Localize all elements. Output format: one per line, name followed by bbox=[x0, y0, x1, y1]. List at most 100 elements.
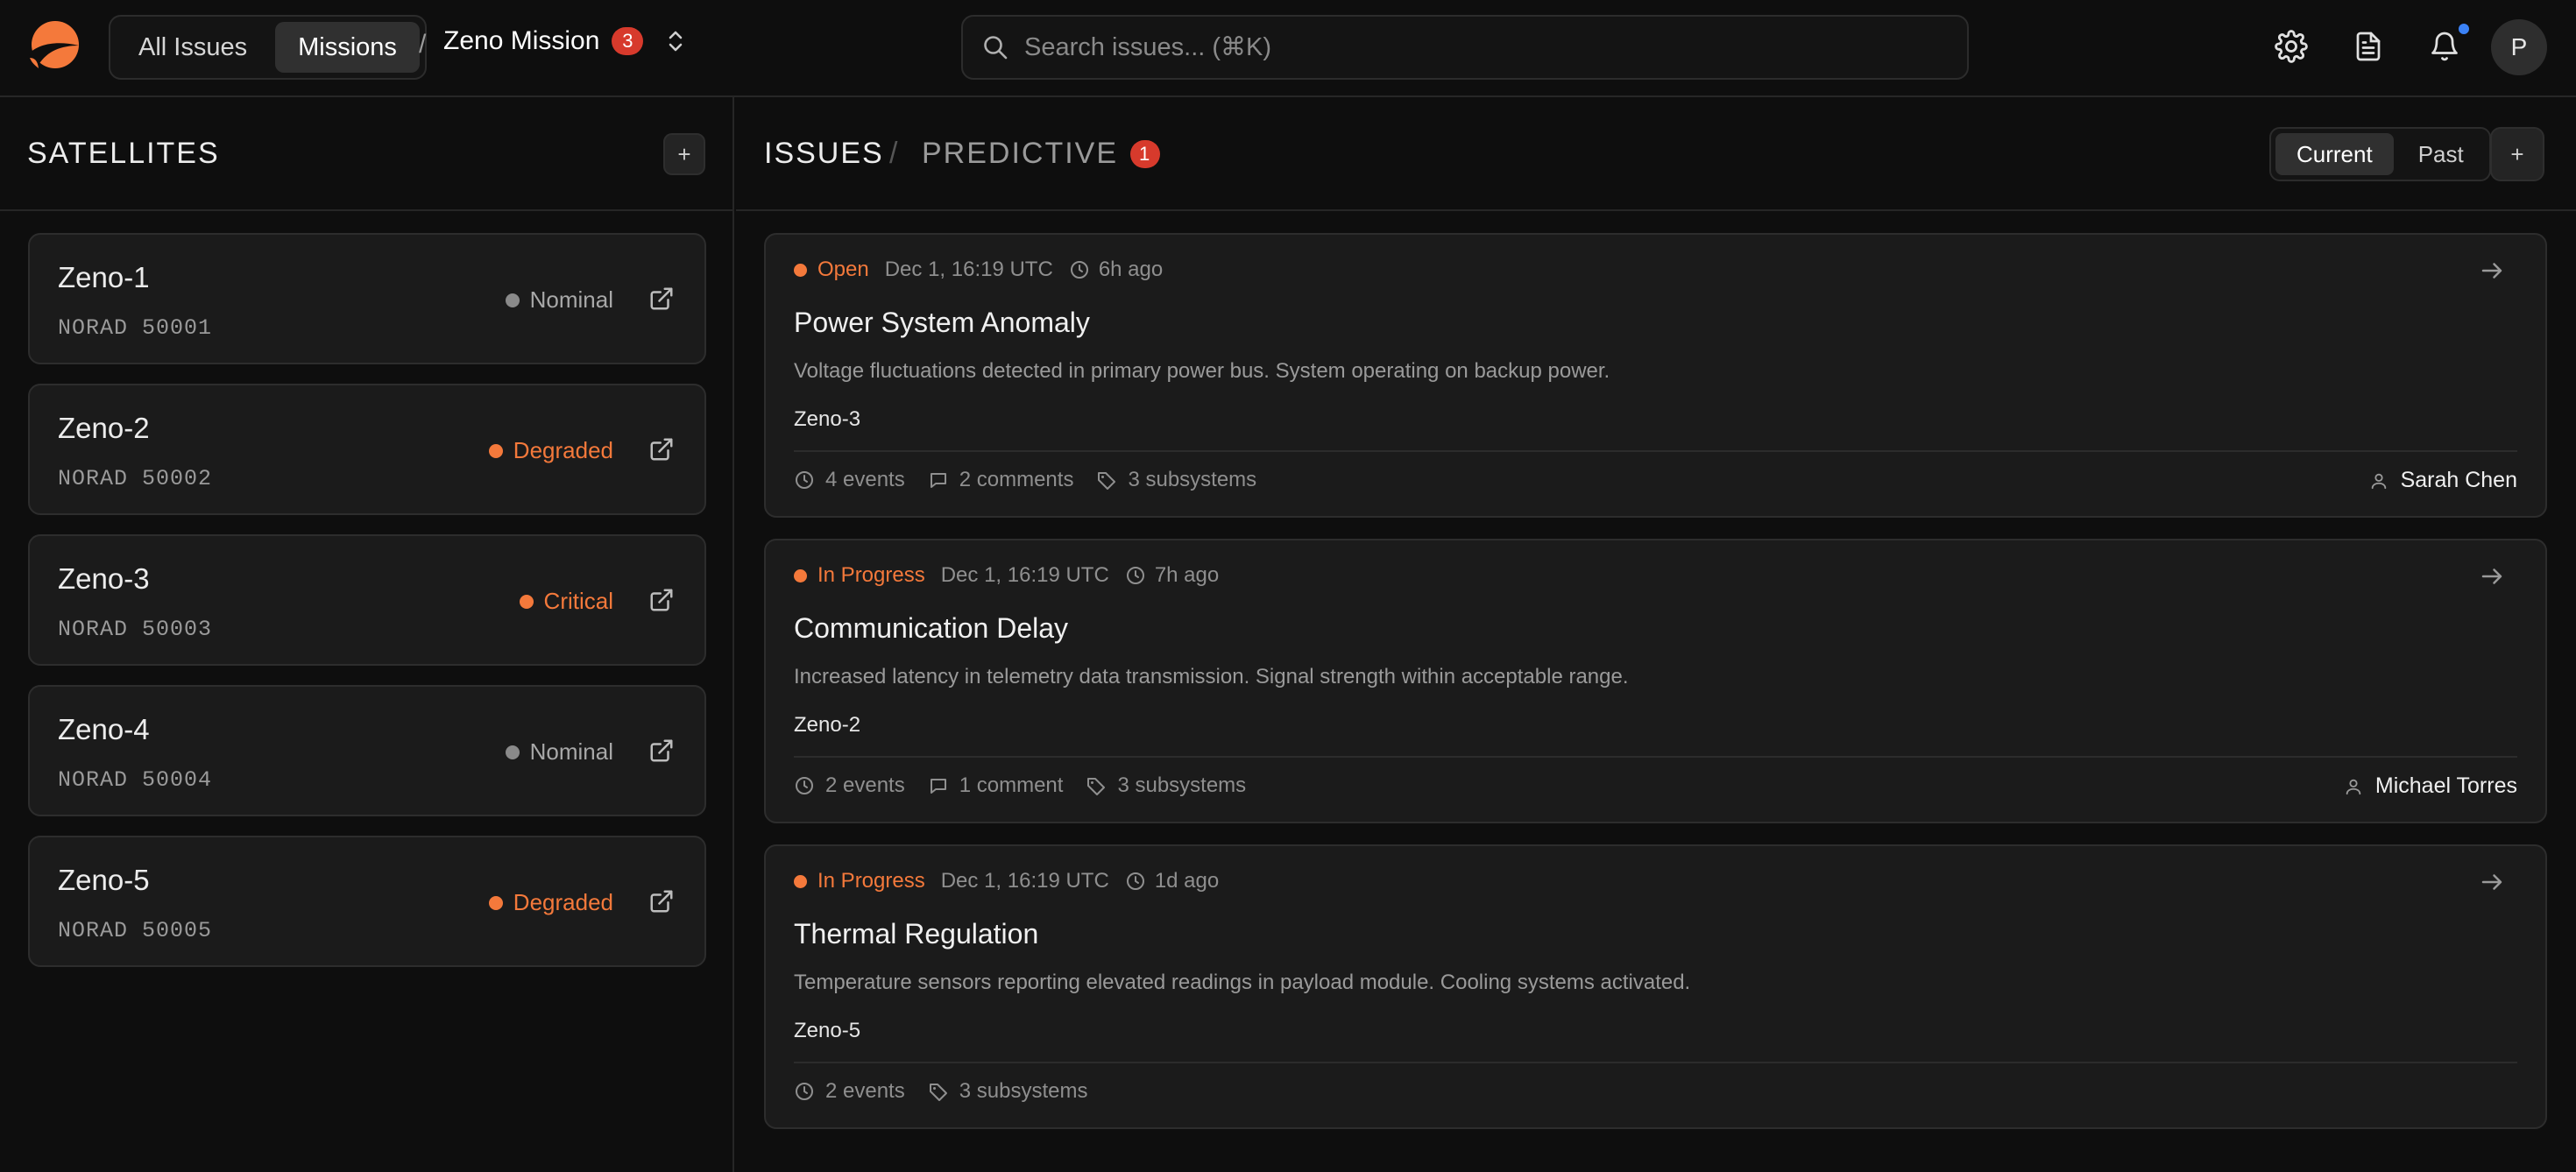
status-dot bbox=[505, 293, 520, 307]
chevron-up-down-icon bbox=[669, 31, 683, 52]
events-count: 2 events bbox=[794, 773, 905, 798]
add-satellite-button[interactable]: + bbox=[663, 133, 705, 175]
state-label: In Progress bbox=[817, 563, 925, 587]
issue-title: Communication Delay bbox=[794, 612, 1069, 644]
issue-card[interactable]: In Progress Dec 1, 16:19 UTC 7h ago Comm… bbox=[764, 539, 2547, 823]
issue-meta: Open Dec 1, 16:19 UTC 6h ago bbox=[794, 258, 1163, 282]
issues-header: ISSUES / PREDICTIVE 1 Current Past + bbox=[736, 97, 2576, 211]
clock-icon bbox=[1126, 567, 1144, 584]
satellite-name: Zeno-4 bbox=[58, 713, 150, 745]
tab-issues[interactable]: ISSUES bbox=[764, 137, 884, 171]
sidebar-header: SATELLITES + bbox=[0, 97, 732, 211]
avatar[interactable]: P bbox=[2491, 19, 2547, 75]
logo-icon[interactable] bbox=[26, 19, 81, 74]
external-link-icon[interactable] bbox=[648, 738, 675, 764]
nav-all-issues[interactable]: All Issues bbox=[116, 22, 270, 73]
subsystems-count: 3 subsystems bbox=[928, 1079, 1087, 1104]
predictive-count-badge: 1 bbox=[1130, 139, 1161, 168]
issue-assignee[interactable]: Sarah Chen bbox=[2369, 468, 2517, 493]
satellite-name: Zeno-2 bbox=[58, 412, 150, 444]
subsystems-label: 3 subsystems bbox=[1117, 773, 1247, 797]
toggle-current[interactable]: Current bbox=[2275, 133, 2394, 175]
status-badge: Degraded bbox=[488, 889, 613, 916]
issue-assignee[interactable]: Michael Torres bbox=[2344, 773, 2517, 799]
arrow-right-icon[interactable] bbox=[2479, 258, 2505, 284]
status-badge: Nominal bbox=[505, 286, 613, 314]
issue-state: In Progress bbox=[794, 563, 925, 588]
gear-icon bbox=[2275, 30, 2308, 63]
satellite-card[interactable]: Zeno-1 NORAD 50001 Nominal bbox=[28, 233, 706, 364]
status-dot bbox=[488, 443, 503, 458]
search-bar bbox=[961, 15, 1969, 80]
comments-label: 2 comments bbox=[959, 468, 1074, 491]
add-issue-button[interactable]: + bbox=[2490, 127, 2544, 181]
satellite-name: Zeno-3 bbox=[58, 562, 150, 595]
status-label: Nominal bbox=[529, 738, 613, 765]
issue-satellite: Zeno-5 bbox=[794, 1019, 861, 1042]
mission-count-badge: 3 bbox=[612, 27, 644, 55]
issue-satellite: Zeno-2 bbox=[794, 713, 861, 737]
assignee-name: Sarah Chen bbox=[2400, 468, 2517, 492]
toggle-past[interactable]: Past bbox=[2397, 133, 2485, 175]
breadcrumb-separator: / bbox=[419, 30, 427, 59]
subsystems-label: 3 subsystems bbox=[1128, 468, 1257, 491]
issue-age-label: 6h ago bbox=[1098, 258, 1164, 281]
clock-icon bbox=[796, 471, 813, 489]
tab-predictive[interactable]: PREDICTIVE 1 bbox=[922, 137, 1161, 171]
state-dot bbox=[794, 263, 807, 277]
top-bar: All Issues Missions / Zeno Mission 3 Sea… bbox=[0, 0, 2576, 97]
issue-description: Voltage fluctuations detected in primary… bbox=[794, 359, 1610, 383]
status-label: Degraded bbox=[513, 889, 613, 915]
comments-count: 1 comment bbox=[928, 773, 1063, 798]
search-icon bbox=[984, 36, 1008, 60]
events-label: 2 events bbox=[825, 1079, 905, 1103]
satellite-card[interactable]: Zeno-4 NORAD 50004 Nominal bbox=[28, 685, 706, 816]
assignee-name: Michael Torres bbox=[2374, 773, 2517, 798]
events-label: 2 events bbox=[825, 773, 905, 797]
satellite-norad: NORAD 50002 bbox=[58, 466, 213, 491]
issue-date: Dec 1, 16:19 UTC bbox=[884, 258, 1053, 281]
satellite-card[interactable]: Zeno-5 NORAD 50005 Degraded bbox=[28, 836, 706, 967]
issue-age: 6h ago bbox=[1069, 258, 1163, 282]
status-dot bbox=[505, 745, 520, 759]
satellite-card[interactable]: Zeno-3 NORAD 50003 Critical bbox=[28, 534, 706, 666]
arrow-right-icon[interactable] bbox=[2479, 563, 2505, 590]
settings-button[interactable] bbox=[2271, 26, 2311, 67]
comment-icon bbox=[930, 473, 946, 488]
status-badge: Degraded bbox=[488, 437, 613, 464]
satellite-card[interactable]: Zeno-2 NORAD 50002 Degraded bbox=[28, 384, 706, 515]
documents-button[interactable] bbox=[2348, 26, 2388, 67]
external-link-icon[interactable] bbox=[648, 888, 675, 914]
satellite-name: Zeno-1 bbox=[58, 261, 150, 293]
external-link-icon[interactable] bbox=[648, 587, 675, 613]
state-label: Open bbox=[817, 258, 869, 281]
user-icon bbox=[2346, 779, 2361, 794]
bell-icon bbox=[2431, 32, 2458, 61]
search-input[interactable] bbox=[1024, 32, 1900, 62]
document-icon bbox=[2356, 32, 2381, 61]
arrow-right-icon[interactable] bbox=[2479, 869, 2505, 895]
issue-stats: 2 events 1 comment 3 subsystems bbox=[794, 773, 1246, 798]
mission-selector[interactable]: Zeno Mission 3 bbox=[443, 26, 685, 56]
time-toggle: Current Past bbox=[2269, 127, 2491, 181]
issue-meta: In Progress Dec 1, 16:19 UTC 7h ago bbox=[794, 563, 1219, 588]
issue-card[interactable]: In Progress Dec 1, 16:19 UTC 1d ago Ther… bbox=[764, 844, 2547, 1129]
status-label: Critical bbox=[543, 588, 613, 614]
satellite-name: Zeno-5 bbox=[58, 864, 150, 896]
issue-description: Increased latency in telemetry data tran… bbox=[794, 665, 1629, 688]
clock-icon bbox=[796, 1083, 813, 1100]
issue-satellite: Zeno-3 bbox=[794, 407, 861, 431]
state-dot bbox=[794, 568, 807, 582]
external-link-icon[interactable] bbox=[648, 436, 675, 462]
notification-dot bbox=[2457, 22, 2471, 36]
clock-icon bbox=[1070, 261, 1088, 279]
tag-icon bbox=[1098, 472, 1116, 490]
issue-card[interactable]: Open Dec 1, 16:19 UTC 6h ago Power Syste… bbox=[764, 233, 2547, 518]
external-link-icon[interactable] bbox=[648, 286, 675, 312]
nav-missions[interactable]: Missions bbox=[275, 22, 420, 73]
issue-meta: In Progress Dec 1, 16:19 UTC 1d ago bbox=[794, 869, 1219, 893]
clock-icon bbox=[796, 777, 813, 794]
issue-age: 7h ago bbox=[1125, 563, 1219, 588]
tab-separator: / bbox=[889, 137, 898, 170]
issue-stats: 4 events 2 comments 3 subsystems bbox=[794, 468, 1256, 492]
